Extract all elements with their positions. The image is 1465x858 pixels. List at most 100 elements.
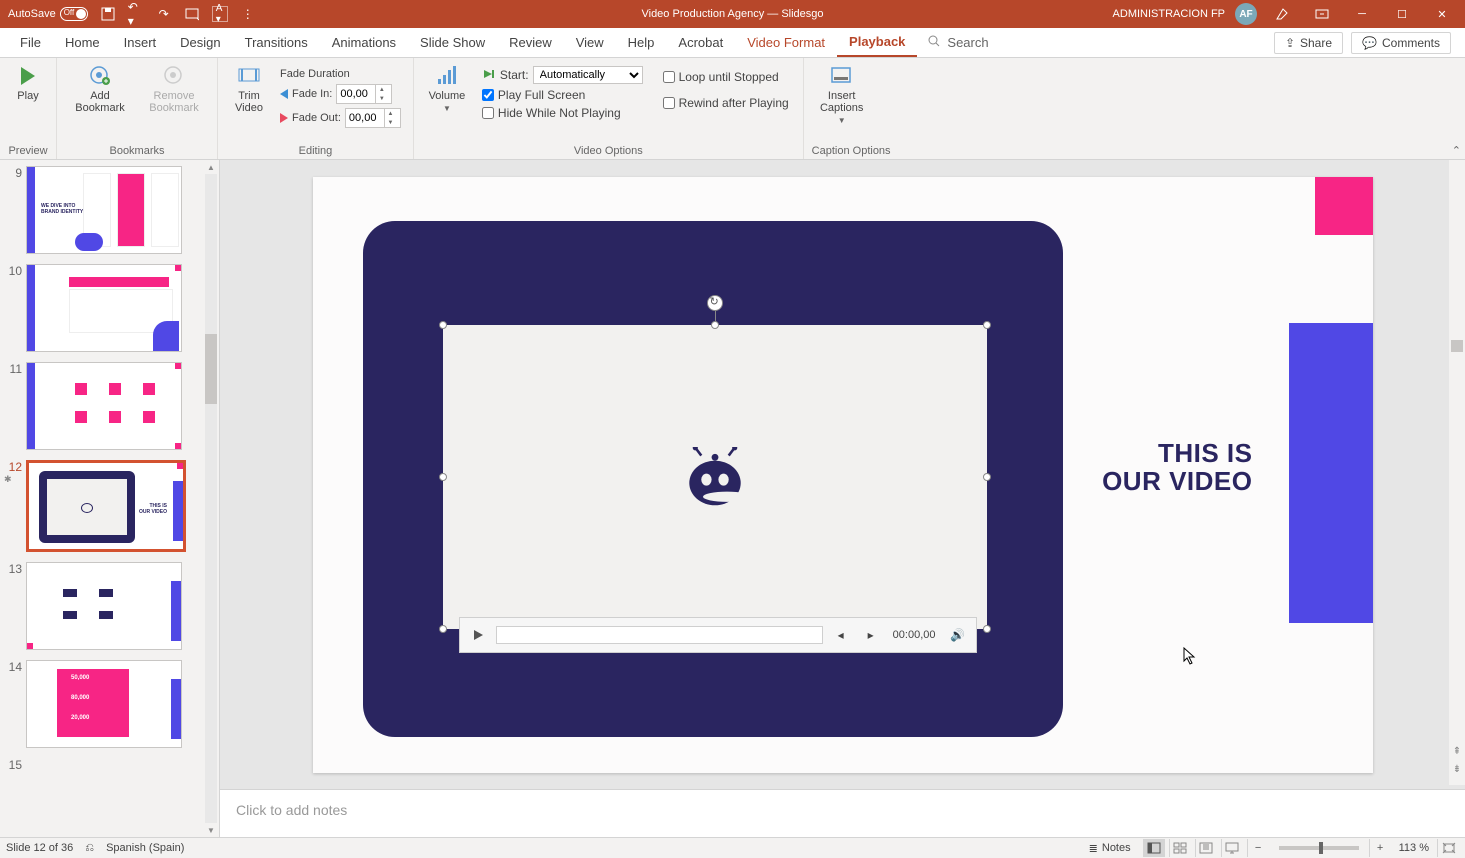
volume-button[interactable]: Volume ▼ [422, 64, 472, 113]
zoom-percent[interactable]: 113 % [1395, 842, 1433, 854]
ribbon-display-icon[interactable] [1307, 4, 1337, 24]
fade-out-spinner[interactable]: ▲▼ [345, 108, 401, 128]
normal-view-icon[interactable] [1143, 839, 1165, 857]
tab-playback[interactable]: Playback [837, 28, 917, 57]
scroll-track[interactable] [205, 174, 217, 823]
thumbnail-pane[interactable]: 9 WE DIVE INTOBRAND IDENTITY 10 [0, 160, 220, 837]
rewind-row[interactable]: Rewind after Playing [663, 96, 789, 110]
loop-checkbox[interactable] [663, 71, 675, 83]
zoom-slider-thumb[interactable] [1319, 842, 1323, 854]
tab-video-format[interactable]: Video Format [735, 28, 837, 57]
start-from-beginning-icon[interactable] [184, 6, 200, 22]
zoom-out-button[interactable]: − [1247, 839, 1269, 857]
slide-sorter-view-icon[interactable] [1169, 839, 1191, 857]
tab-home[interactable]: Home [53, 28, 112, 57]
autosave-pill[interactable]: Off [60, 7, 88, 21]
thumbnail-15[interactable]: 15 [4, 758, 219, 772]
slide-count[interactable]: Slide 12 of 36 [6, 842, 73, 854]
play-button[interactable]: Play [8, 64, 48, 102]
fade-in-spinner[interactable]: ▲▼ [336, 84, 392, 104]
thumbnail-card[interactable]: THIS ISOUR VIDEO [26, 460, 186, 552]
tab-file[interactable]: File [8, 28, 53, 57]
play-full-screen-checkbox[interactable] [482, 89, 494, 101]
video-play-button[interactable] [466, 623, 490, 647]
play-full-screen-row[interactable]: Play Full Screen [482, 88, 643, 102]
resize-handle-tr[interactable] [983, 321, 991, 329]
video-volume-button[interactable]: 🔊 [946, 623, 970, 647]
thumbnail-11[interactable]: 11 [4, 362, 219, 450]
resize-handle-bl[interactable] [439, 625, 447, 633]
thumbnail-card[interactable] [26, 362, 182, 450]
video-inner[interactable] [443, 325, 987, 629]
video-step-forward-button[interactable]: ▸ [859, 623, 883, 647]
zoom-slider[interactable] [1279, 846, 1359, 850]
thumbnail-10[interactable]: 10 [4, 264, 219, 352]
slide-title[interactable]: THIS IS OUR VIDEO [1102, 439, 1252, 496]
save-icon[interactable] [100, 6, 116, 22]
canvas-scroll-thumb[interactable] [1451, 340, 1463, 352]
video-step-back-button[interactable]: ◂ [829, 623, 853, 647]
insert-captions-button[interactable]: Insert Captions ▼ [812, 64, 872, 125]
thumbnail-12[interactable]: 12 ✱ THIS ISOUR VIDEO [4, 460, 219, 552]
tab-transitions[interactable]: Transitions [233, 28, 320, 57]
qat-more-icon[interactable]: ⋮ [240, 6, 256, 22]
thumbnail-card[interactable]: 50,000 80,000 20,000 [26, 660, 182, 748]
video-progress[interactable] [496, 626, 823, 644]
tab-help[interactable]: Help [616, 28, 667, 57]
thumbnail-14[interactable]: 14 50,000 80,000 20,000 [4, 660, 219, 748]
resize-handle-ml[interactable] [439, 473, 447, 481]
autosave-toggle[interactable]: AutoSave Off [8, 7, 88, 21]
tab-insert[interactable]: Insert [112, 28, 169, 57]
fade-out-up[interactable]: ▲ [385, 109, 396, 118]
search-box[interactable]: Search [917, 28, 998, 57]
tab-design[interactable]: Design [168, 28, 232, 57]
fade-out-input[interactable] [346, 112, 384, 124]
minimize-button[interactable]: ─ [1347, 4, 1377, 24]
account-label[interactable]: ADMINISTRACION FP [1113, 8, 1225, 20]
accessibility-icon[interactable]: ⎌ [85, 842, 94, 855]
collapse-ribbon-icon[interactable]: ⌃ [1452, 144, 1461, 157]
rewind-checkbox[interactable] [663, 97, 675, 109]
resize-handle-tl[interactable] [439, 321, 447, 329]
tab-review[interactable]: Review [497, 28, 564, 57]
thumbnail-card[interactable] [26, 264, 182, 352]
resize-handle-mr[interactable] [983, 473, 991, 481]
loop-row[interactable]: Loop until Stopped [663, 70, 789, 84]
notes-pane[interactable]: Click to add notes [220, 789, 1465, 837]
scroll-up-icon[interactable]: ▲ [203, 160, 219, 174]
fade-out-down[interactable]: ▼ [385, 118, 396, 127]
redo-icon[interactable]: ↷ [156, 6, 172, 22]
thumbnail-scrollbar[interactable]: ▲ ▼ [203, 160, 219, 837]
slide[interactable]: THIS IS OUR VIDEO [313, 177, 1373, 773]
trim-video-button[interactable]: Trim Video [226, 64, 272, 114]
tab-view[interactable]: View [564, 28, 616, 57]
thumbnail-card[interactable] [26, 562, 182, 650]
hide-while-not-playing-row[interactable]: Hide While Not Playing [482, 106, 643, 120]
thumbnail-9[interactable]: 9 WE DIVE INTOBRAND IDENTITY [4, 166, 219, 254]
add-bookmark-button[interactable]: Add Bookmark [65, 64, 135, 114]
zoom-in-button[interactable]: + [1369, 839, 1391, 857]
canvas-vertical-scrollbar[interactable]: ⇞ ⇟ [1449, 160, 1465, 785]
undo-icon[interactable]: ↶ ▾ [128, 6, 144, 22]
scroll-thumb[interactable] [205, 334, 217, 404]
resize-handle-tm[interactable] [711, 321, 719, 329]
fade-in-down[interactable]: ▼ [376, 94, 387, 103]
fit-to-window-icon[interactable] [1437, 839, 1459, 857]
rotation-handle[interactable] [707, 295, 723, 311]
start-select[interactable]: Automatically [533, 66, 643, 84]
video-placeholder-selected[interactable]: ◂ ▸ 00:00,00 🔊 [443, 325, 987, 629]
next-slide-icon[interactable]: ⇟ [1449, 764, 1465, 775]
thumbnail-13[interactable]: 13 [4, 562, 219, 650]
maximize-button[interactable]: ☐ [1387, 4, 1417, 24]
avatar[interactable]: AF [1235, 3, 1257, 25]
slideshow-view-icon[interactable] [1221, 839, 1243, 857]
notes-toggle[interactable]: ≣Notes [1081, 842, 1139, 855]
hide-while-not-playing-checkbox[interactable] [482, 107, 494, 119]
thumbnail-card[interactable]: WE DIVE INTOBRAND IDENTITY [26, 166, 182, 254]
prev-slide-icon[interactable]: ⇞ [1449, 746, 1465, 757]
resize-handle-br[interactable] [983, 625, 991, 633]
slide-area[interactable]: THIS IS OUR VIDEO [220, 160, 1465, 789]
tab-animations[interactable]: Animations [320, 28, 408, 57]
tab-slide-show[interactable]: Slide Show [408, 28, 497, 57]
share-button[interactable]: ⇪Share [1274, 32, 1343, 54]
